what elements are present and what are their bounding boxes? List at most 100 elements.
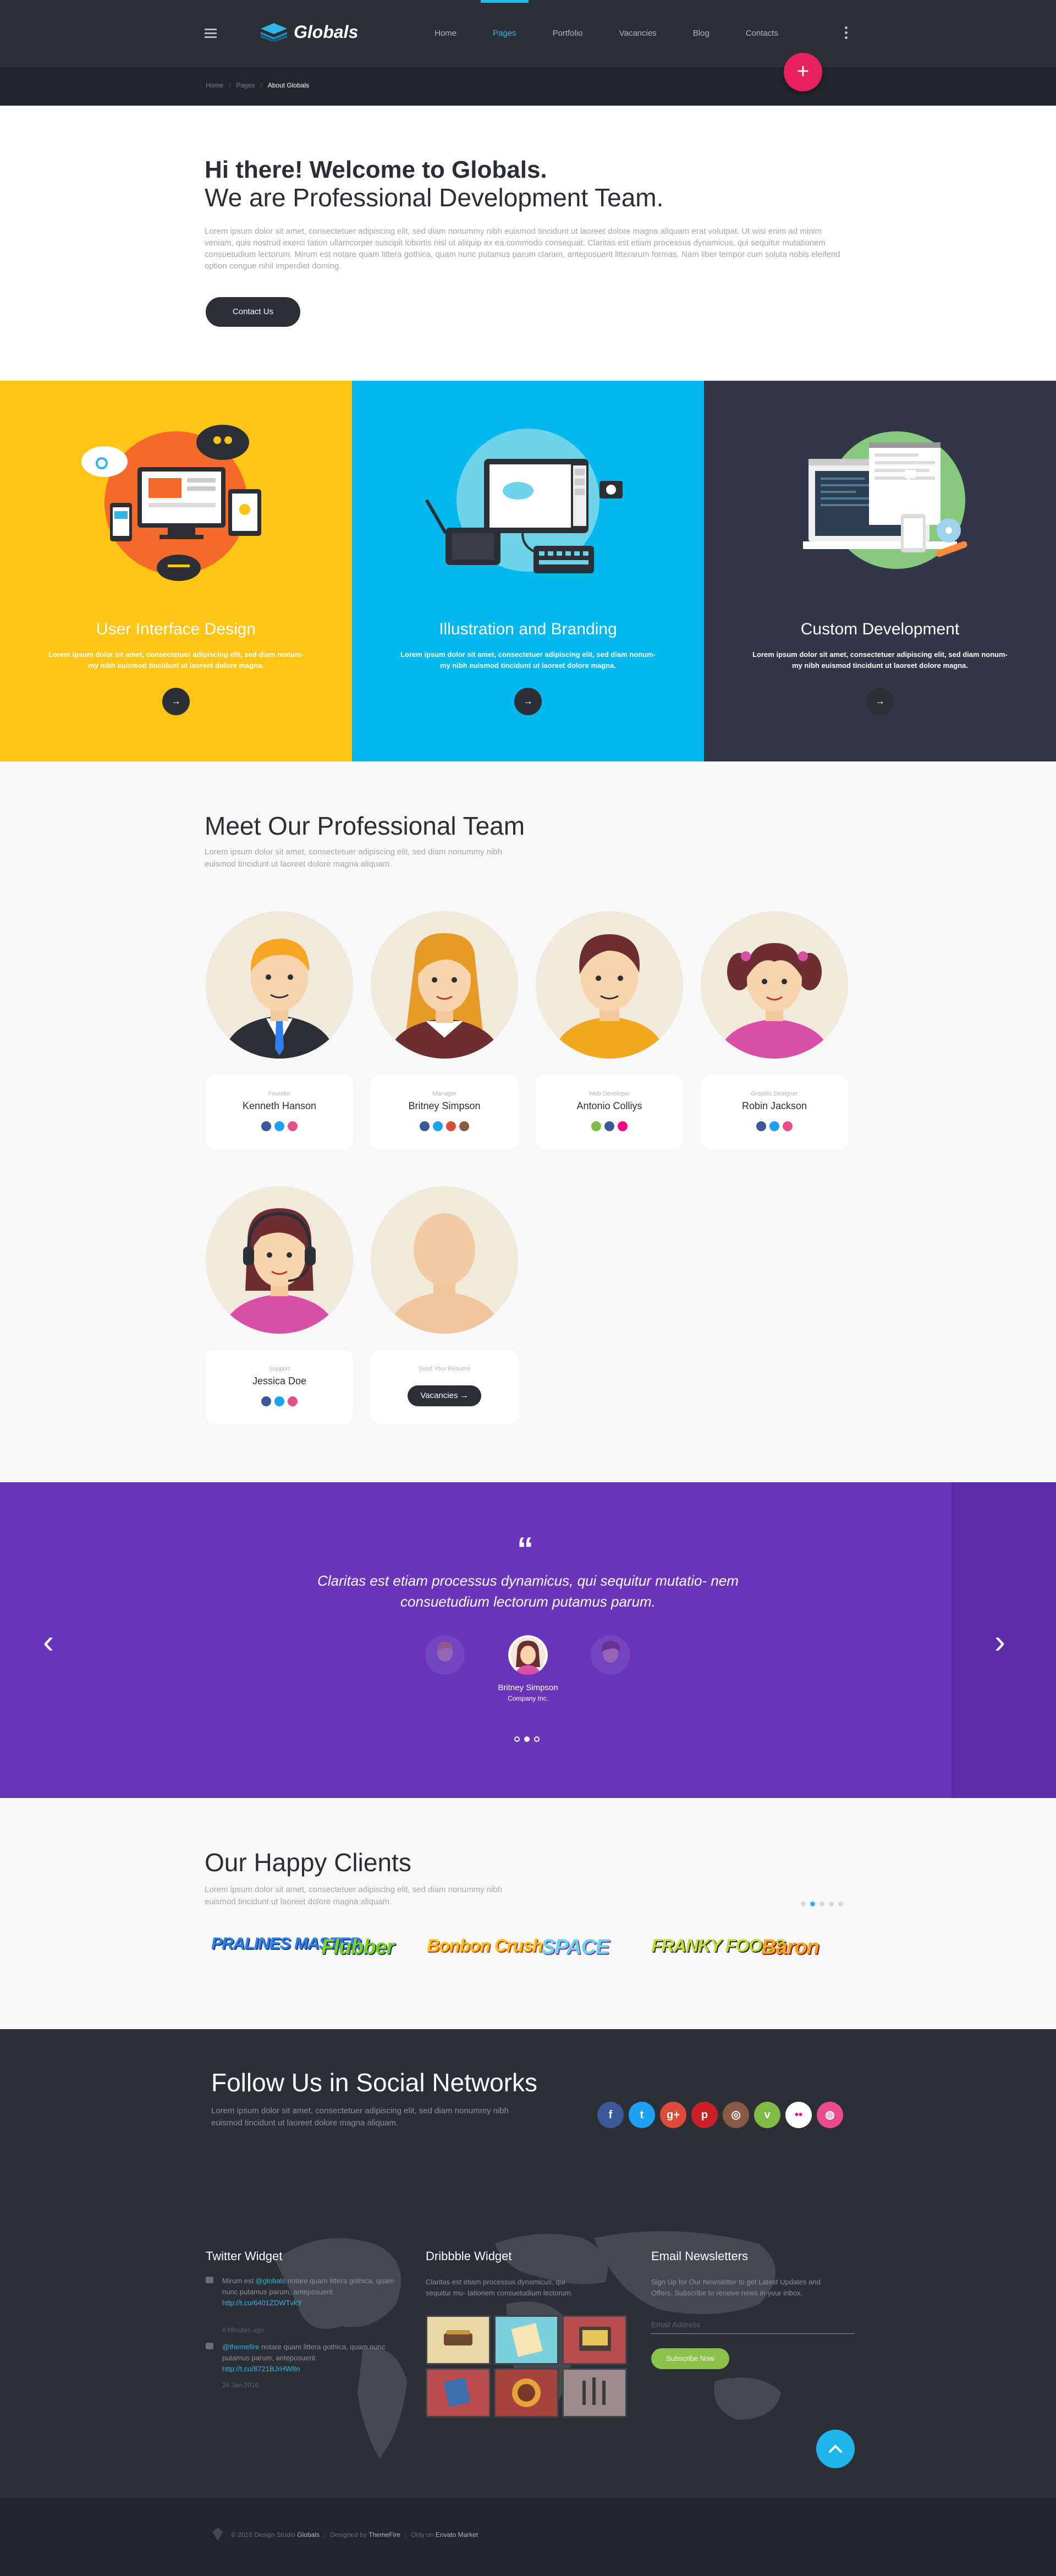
logo-layers-icon [261,23,287,42]
vertical-dots-icon[interactable] [845,26,848,41]
chevron-left-icon[interactable]: ‹ [43,1625,54,1658]
slide-dot[interactable] [534,1736,540,1742]
chevron-right-icon[interactable]: › [994,1625,1005,1658]
slide-dot[interactable] [514,1736,520,1742]
dribbble-icon[interactable] [288,1121,298,1131]
tweet-url-link[interactable]: http://t.co/8721BJrHW8n [222,2365,300,2373]
carousel-dot[interactable] [820,1901,824,1906]
carousel-dot-active[interactable] [810,1901,815,1906]
testimonial-avatar-prev[interactable] [425,1635,465,1675]
service-text: Lorem ipsum dolor sit amet, consectetuer… [400,650,656,670]
quote-icon: “ [517,1531,534,1567]
facebook-icon[interactable] [756,1121,766,1131]
instagram-icon[interactable]: ◎ [723,2102,749,2128]
custom-development-illustration [803,431,967,569]
avatar[interactable] [206,911,353,1059]
google-plus-icon[interactable]: g+ [660,2102,686,2128]
service-arrow-button[interactable]: → [866,688,894,715]
hamburger-icon[interactable] [205,29,217,38]
vine-icon[interactable]: v [754,2102,780,2128]
dribbble-shot[interactable] [562,2368,627,2418]
twitter-icon[interactable] [433,1121,443,1131]
facebook-icon[interactable] [420,1121,430,1131]
testimonial-avatar-next[interactable] [591,1635,630,1675]
dribbble-widget-title: Dribbble Widget [426,2249,512,2263]
twitter-icon[interactable]: t [629,2102,655,2128]
flickr-icon[interactable] [618,1121,628,1131]
client-logo-bonbon[interactable]: Bonbon Crush [427,1936,543,1956]
nav-item-vacancies[interactable]: Vacancies [619,0,657,67]
dribbble-icon[interactable] [288,1396,298,1406]
pinterest-icon[interactable]: p [691,2102,718,2128]
testimonial-avatar-active[interactable] [508,1635,548,1675]
vacancy-label: Send Your Resume [418,1366,471,1372]
avatar[interactable] [536,911,683,1059]
footer-market-link[interactable]: Envato Market [436,2531,478,2539]
facebook-icon[interactable]: f [597,2102,624,2128]
add-fab-button[interactable]: + [784,53,822,91]
arrow-right-icon: → [460,1391,469,1400]
vine-icon[interactable] [591,1121,601,1131]
flickr-icon[interactable]: •• [785,2102,812,2128]
dribbble-shot[interactable] [494,2315,559,2365]
vacancy-info-card: Send Your Resume Vacancies → [371,1350,518,1424]
twitter-icon[interactable] [274,1396,284,1406]
slide-dot-active[interactable] [524,1736,530,1742]
instagram-icon[interactable] [459,1121,469,1131]
google-plus-icon[interactable] [446,1121,456,1131]
nav-item-pages[interactable]: Pages [481,0,528,67]
facebook-icon[interactable] [604,1121,614,1131]
vacancies-button[interactable]: Vacancies → [408,1385,481,1406]
clients-section: Our Happy Clients Lorem ipsum dolor sit … [0,1798,1056,2029]
placeholder-avatar [371,1186,518,1334]
subscribe-button[interactable]: Subscribe Now [651,2348,729,2369]
tweet-url-link[interactable]: http://t.co/6401ZDWTvkY [222,2299,302,2307]
carousel-dot[interactable] [801,1901,806,1906]
twitter-icon [206,2277,213,2283]
dribbble-shot[interactable] [426,2315,491,2365]
client-logo-space[interactable]: SPACE [541,1936,609,1959]
service-arrow-button[interactable]: → [514,688,542,715]
dribbble-icon[interactable] [783,1121,793,1131]
avatar[interactable] [371,911,518,1059]
breadcrumb-home[interactable]: Home [206,81,223,89]
twitter-icon[interactable] [769,1121,779,1131]
breadcrumb: Home / Pages / About Globals [206,81,310,89]
tweet-handle-link[interactable]: @themefire [222,2343,259,2351]
carousel-dot[interactable] [829,1901,834,1906]
service-text: Lorem ipsum dolor sit amet, consectetuer… [48,650,304,670]
site-logo[interactable]: Globals [261,22,358,42]
client-logo-flubber[interactable]: Flubber [321,1936,394,1959]
dribbble-shot[interactable] [562,2315,627,2365]
ui-design-illustration [81,425,261,581]
client-logo-baron[interactable]: Baron [761,1936,820,1959]
breadcrumb-current: About Globals [267,81,310,89]
breadcrumb-pages[interactable]: Pages [236,81,255,89]
facebook-icon[interactable] [261,1121,271,1131]
service-text: Lorem ipsum dolor sit amet, consectetuer… [752,650,1008,670]
nav-item-home[interactable]: Home [435,0,457,67]
email-field[interactable] [651,2315,855,2334]
service-arrow-button[interactable]: → [162,688,190,715]
avatar[interactable] [206,1186,353,1334]
contact-us-button[interactable]: Contact Us [206,297,300,327]
tweet-handle-link[interactable]: @globals [256,2277,285,2285]
nav-item-blog[interactable]: Blog [693,0,710,67]
chevron-up-icon [829,2445,842,2453]
logo-text: Globals [294,22,359,42]
dribbble-shot[interactable] [426,2368,491,2418]
nav-item-contacts[interactable]: Contacts [746,0,778,67]
avatar[interactable] [701,911,848,1059]
service-title: Illustration and Branding [439,620,617,638]
slider-indicators [514,1736,544,1742]
carousel-dot[interactable] [838,1901,843,1906]
footer-author-link[interactable]: ThemeFire [369,2531,400,2539]
dribbble-icon[interactable]: ◍ [817,2102,843,2128]
twitter-icon[interactable] [274,1121,284,1131]
nav-item-portfolio[interactable]: Portfolio [553,0,583,67]
tweet-time: 26 Jan 2016 [222,2381,259,2389]
testimonial-quote: Claritas est etiam processus dynamicus, … [317,1572,739,1610]
back-to-top-button[interactable] [816,2430,855,2468]
dribbble-shot[interactable] [494,2368,559,2418]
facebook-icon[interactable] [261,1396,271,1406]
